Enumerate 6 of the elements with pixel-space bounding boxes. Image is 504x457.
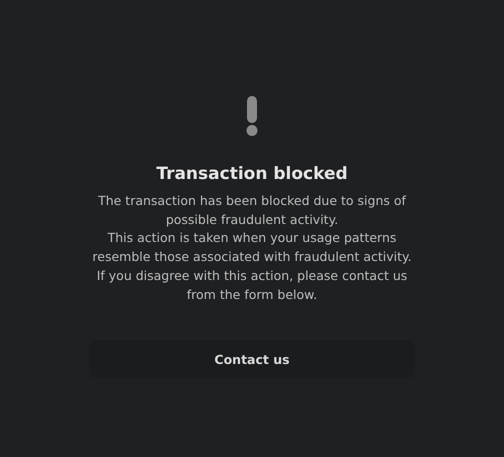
dialog-title: Transaction blocked (156, 164, 348, 184)
exclamation-icon (245, 96, 259, 138)
message-text: This action is taken when your usage patterns resemble those associated with fraudulent activity. (91, 229, 413, 266)
message-text: The transaction has been blocked due to signs of possible fraudulent activity. (97, 192, 408, 229)
message-text: If you disagree with this action, please contact us from the form below. (96, 266, 408, 304)
contact-button[interactable]: Contact us (89, 340, 415, 378)
